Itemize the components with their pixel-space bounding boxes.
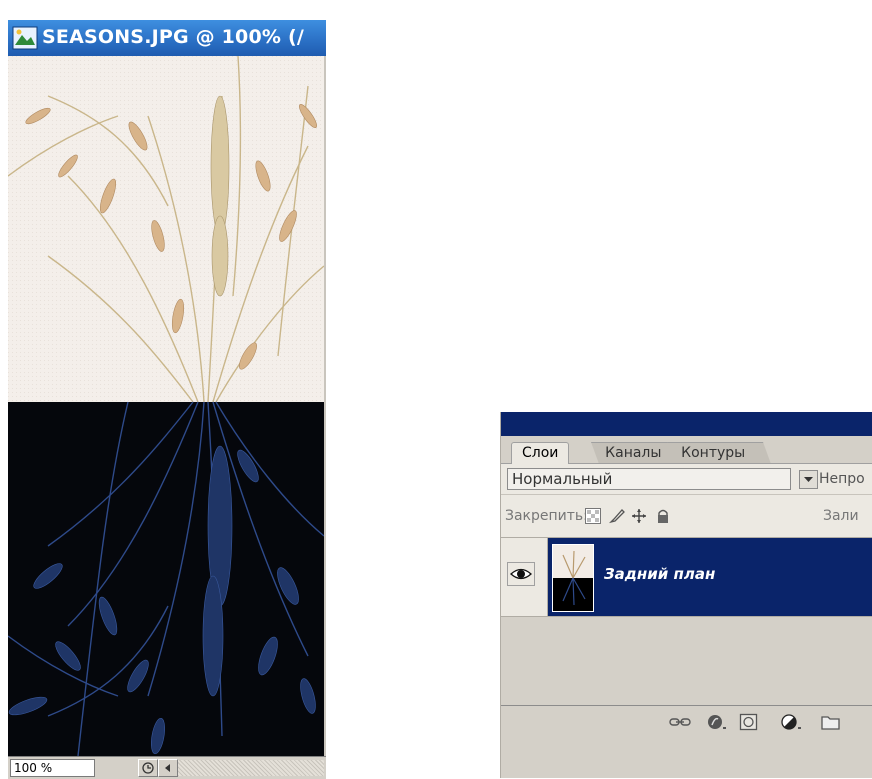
new-group-icon[interactable]	[821, 713, 841, 731]
visibility-cell[interactable]	[501, 538, 548, 616]
lock-transparency-icon[interactable]	[585, 508, 601, 524]
zoom-field[interactable]: 100 %	[10, 759, 95, 777]
chevron-down-icon[interactable]	[799, 470, 818, 489]
link-layers-icon[interactable]	[669, 713, 691, 731]
blend-mode-select[interactable]: Нормальный	[507, 468, 791, 490]
image-canvas[interactable]	[8, 56, 326, 756]
lock-row: Закрепить: Зали	[501, 494, 872, 538]
layer-style-icon[interactable]	[707, 713, 727, 731]
opacity-label: Непро	[819, 471, 865, 487]
layer-mask-icon[interactable]	[739, 713, 759, 731]
document-title: SEASONS.JPG @ 100% (/	[42, 26, 304, 48]
document-window: SEASONS.JPG @ 100% (/ 100 %	[8, 20, 326, 779]
layer-thumbnail	[552, 544, 594, 612]
blend-mode-value: Нормальный	[512, 470, 613, 488]
panel-tabs: Слои Каналы Контуры	[501, 436, 872, 464]
lock-all-icon[interactable]	[655, 508, 671, 524]
adjustment-layer-icon[interactable]	[781, 713, 803, 731]
blend-row: Нормальный Непро	[501, 464, 872, 494]
tab-paths-label: Контуры	[681, 445, 746, 461]
fill-label: Зали	[823, 508, 859, 524]
seasons-image	[8, 56, 324, 756]
tab-layers-label: Слои	[522, 445, 559, 461]
lock-position-move-icon[interactable]	[631, 508, 647, 524]
layer-name[interactable]: Задний план	[604, 565, 715, 583]
tab-channels-label: Каналы	[605, 445, 662, 461]
panel-title-bar[interactable]	[501, 412, 872, 436]
photoshop-doc-icon	[12, 26, 38, 50]
layer-selected-area[interactable]: Задний план	[548, 538, 872, 616]
lock-pixels-brush-icon[interactable]	[609, 508, 625, 524]
document-status-bar: 100 %	[8, 756, 326, 779]
horizontal-scrollbar[interactable]	[178, 760, 324, 776]
panel-footer	[501, 705, 872, 738]
tab-layers[interactable]: Слои	[511, 442, 570, 464]
tab-paths[interactable]: Контуры	[666, 442, 772, 464]
eye-icon[interactable]	[507, 562, 535, 586]
status-arrow-icon[interactable]	[138, 759, 158, 777]
layers-panel: Слои Каналы Контуры Нормальный Непро Зак…	[500, 412, 872, 778]
layers-empty-area	[501, 616, 872, 705]
scroll-left-icon[interactable]	[158, 759, 178, 777]
lock-label: Закрепить:	[505, 508, 588, 524]
document-title-bar[interactable]: SEASONS.JPG @ 100% (/	[8, 20, 326, 56]
layer-row[interactable]: Задний план	[501, 538, 872, 616]
